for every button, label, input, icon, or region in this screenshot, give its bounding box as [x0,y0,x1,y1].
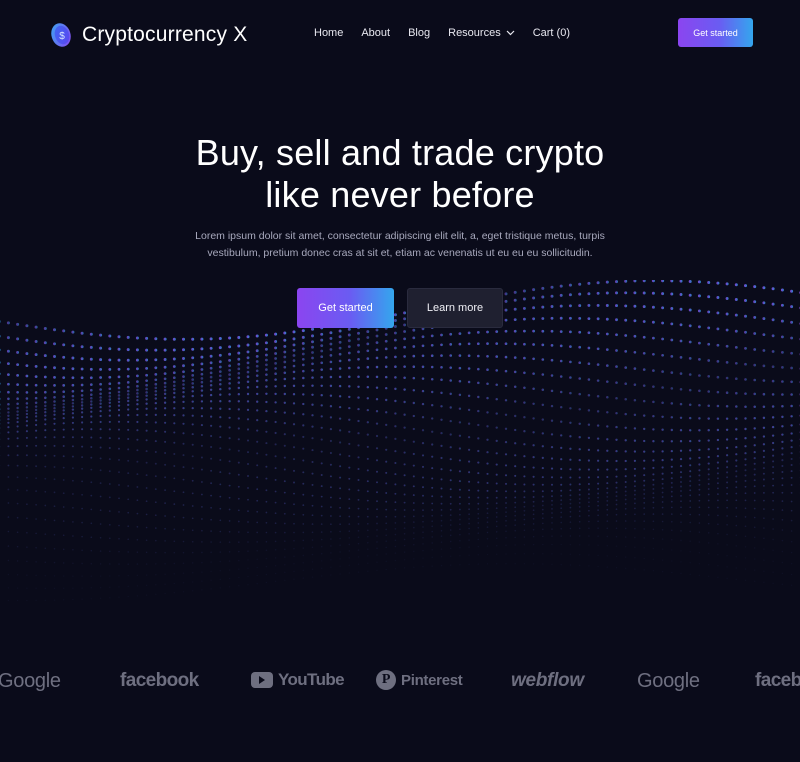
youtube-logo: YouTube [251,670,345,690]
svg-text:$: $ [59,31,65,42]
nav-label: Resources [448,27,501,39]
coin-icon: $ [51,23,71,47]
brand-name: Cryptocurrency X [82,23,248,46]
nav-item-home[interactable]: Home [314,27,343,39]
header-get-started-button[interactable]: Get started [678,18,753,47]
site-header: $ Cryptocurrency X Home About Blog Resou… [0,0,800,66]
main-nav: Home About Blog Resources Cart (0) [314,24,570,42]
hero-get-started-button[interactable]: Get started [297,288,394,328]
nav-label: Blog [408,27,431,39]
hero-description: Lorem ipsum dolor sit amet, consectetur … [195,230,605,259]
pinterest-icon: P [376,670,396,690]
google-logo: Google [0,670,61,692]
brand-logo[interactable]: $ Cryptocurrency X [48,20,247,50]
nav-item-blog[interactable]: Blog [408,27,430,39]
google-logo: Google [637,670,700,692]
webflow-logo: webflow [511,670,584,691]
nav-label: About [361,27,391,39]
hero-title: Buy, sell and trade crypto like never be… [0,132,800,216]
nav-item-resources[interactable]: Resources [448,27,515,39]
nav-item-about[interactable]: About [361,27,390,39]
chevron-down-icon [506,30,515,36]
hero-title-line-2: like never before [265,174,535,215]
learn-more-button[interactable]: Learn more [407,288,503,328]
pinterest-logo: P Pinterest [376,670,463,690]
facebook-logo: facebook [120,670,199,691]
nav-item-cart[interactable]: Cart (0) [533,27,570,39]
nav-label: Cart (0) [532,27,570,39]
nav-label: Home [314,27,344,39]
dot-wave-background [0,280,800,602]
youtube-play-icon [251,672,273,688]
facebook-logo: facebook [755,670,800,691]
hero-title-line-1: Buy, sell and trade crypto [195,132,605,173]
partner-logos: Google facebook YouTube P Pinterest webf… [0,660,800,704]
